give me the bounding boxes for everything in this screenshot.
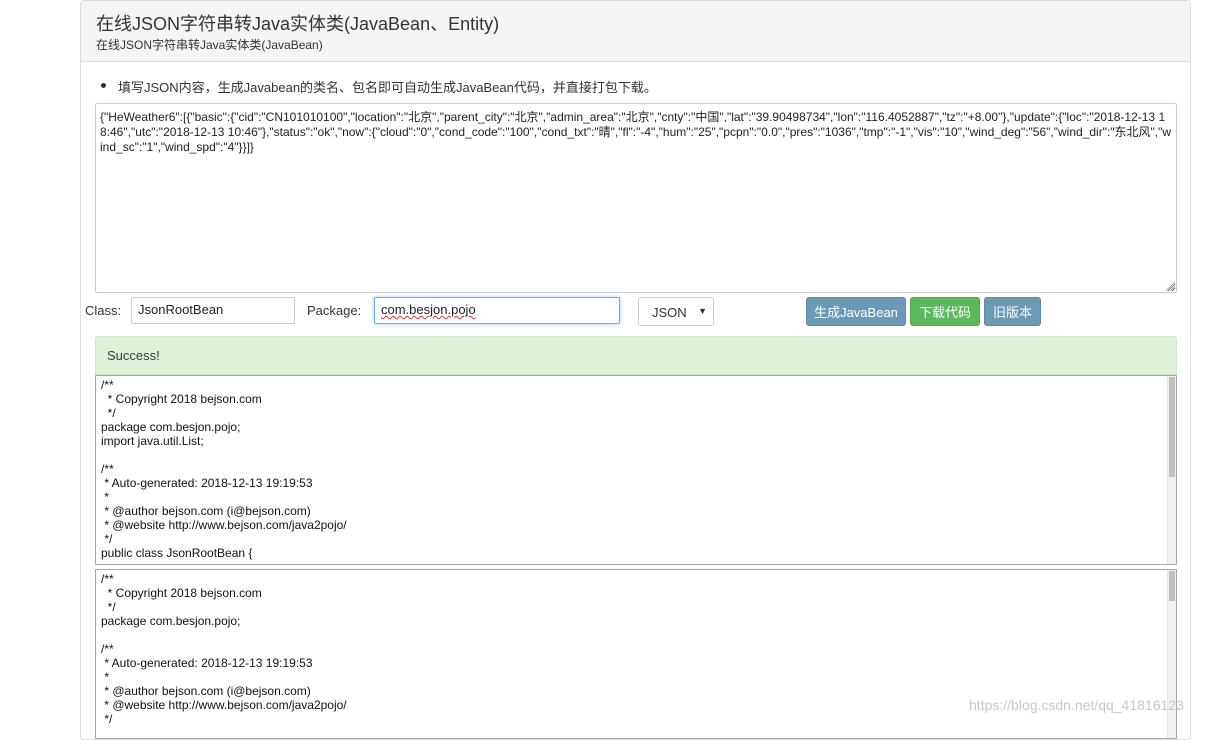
download-code-button[interactable]: 下载代码 <box>910 297 980 326</box>
class-name-input[interactable]: JsonRootBean <box>131 297 295 324</box>
instructions-item: 填写JSON内容，生成Javabean的类名、包名即可自动生成JavaBean代… <box>101 77 657 96</box>
scrollbar-thumb[interactable] <box>1169 571 1175 601</box>
old-version-button[interactable]: 旧版本 <box>984 297 1041 326</box>
page-subtitle: 在线JSON字符串转Java实体类(JavaBean) <box>96 38 323 52</box>
scrollbar-thumb[interactable] <box>1169 377 1175 477</box>
package-name-input[interactable]: com.besjon.pojo <box>374 297 620 324</box>
vertical-scrollbar[interactable] <box>1167 376 1176 564</box>
package-label: Package: <box>307 303 362 318</box>
format-select-value: JSON <box>652 305 687 320</box>
format-select[interactable]: JSON ▼ <box>638 297 714 326</box>
success-alert: Success! <box>95 336 1177 375</box>
panel-heading: 在线JSON字符串转Java实体类(JavaBean、Entity) 在线JSO… <box>81 1 1190 62</box>
success-alert-text: Success! <box>107 348 160 363</box>
bullet-icon <box>101 83 106 88</box>
json-input-textarea[interactable]: {"HeWeather6":[{"basic":{"cid":"CN101010… <box>95 103 1177 293</box>
package-value-text: com.besjon.pojo <box>381 302 476 317</box>
instructions-text: 填写JSON内容，生成Javabean的类名、包名即可自动生成JavaBean代… <box>118 80 657 95</box>
class-label: Class: <box>85 303 122 318</box>
code-output-text: /** * Copyright 2018 bejson.com */ packa… <box>101 378 347 560</box>
code-output-box[interactable]: /** * Copyright 2018 bejson.com */ packa… <box>95 375 1177 565</box>
code-output-text: /** * Copyright 2018 bejson.com */ packa… <box>101 572 347 726</box>
code-output-box[interactable]: /** * Copyright 2018 bejson.com */ packa… <box>95 569 1177 739</box>
generate-javabean-button[interactable]: 生成JavaBean <box>806 297 906 326</box>
watermark: https://blog.csdn.net/qq_41816123 <box>969 697 1184 713</box>
page-title: 在线JSON字符串转Java实体类(JavaBean、Entity) <box>96 14 500 34</box>
resize-grip-icon[interactable] <box>1166 282 1175 291</box>
dropdown-arrow-icon: ▼ <box>698 306 707 316</box>
